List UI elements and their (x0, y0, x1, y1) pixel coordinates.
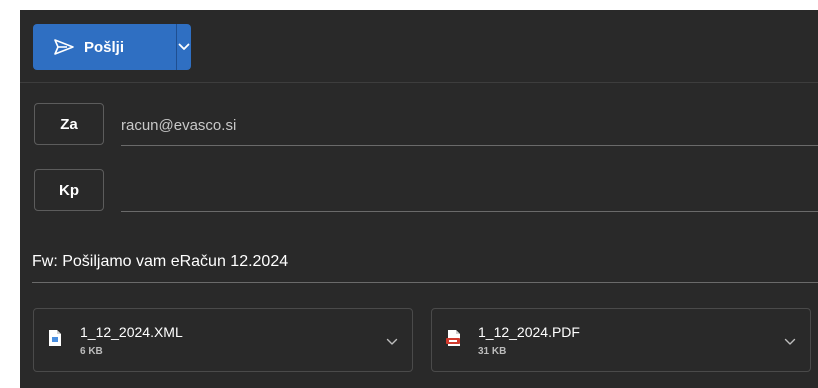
send-button[interactable]: Pošlji (33, 24, 176, 70)
attachment-card[interactable]: 1_12_2024.PDF 31 KB (431, 308, 811, 372)
paper-plane-icon (53, 38, 75, 56)
attachment-name: 1_12_2024.PDF (478, 324, 580, 340)
compose-toolbar: Pošlji (20, 10, 818, 83)
send-button-group: Pošlji (33, 24, 191, 70)
cc-label: Kp (59, 181, 79, 199)
attachment-size: 6 KB (80, 346, 103, 357)
xml-file-icon (48, 329, 62, 352)
to-recipient[interactable]: racun@evasco.si (121, 117, 236, 134)
subject-text: Fw: Pošiljamo vam eRačun 12.2024 (32, 253, 289, 270)
send-label: Pošlji (84, 38, 125, 56)
to-label: Za (60, 115, 78, 133)
chevron-down-icon[interactable] (784, 333, 796, 351)
pdf-file-icon (446, 329, 462, 352)
attachment-name: 1_12_2024.XML (80, 324, 183, 340)
to-field[interactable]: racun@evasco.si (121, 106, 818, 146)
to-button[interactable]: Za (34, 103, 104, 145)
send-options-dropdown[interactable] (177, 24, 191, 70)
chevron-down-icon[interactable] (386, 333, 398, 351)
chevron-down-icon (178, 43, 190, 51)
subject-field[interactable]: Fw: Pošiljamo vam eRačun 12.2024 (32, 245, 818, 283)
cc-button[interactable]: Kp (34, 169, 104, 211)
compose-panel: Pošlji Za racun@evasco.si Kp Fw: Pošilja… (20, 10, 818, 388)
attachment-size: 31 KB (478, 346, 507, 357)
attachment-card[interactable]: 1_12_2024.XML 6 KB (33, 308, 413, 372)
cc-field[interactable] (121, 172, 818, 212)
